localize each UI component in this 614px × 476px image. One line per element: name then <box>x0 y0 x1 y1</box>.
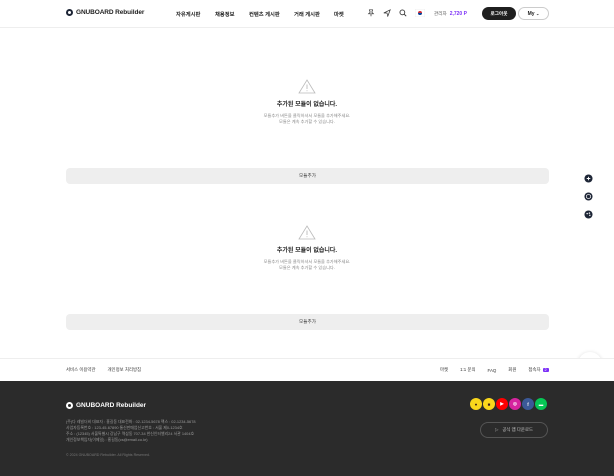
nav-item-content-board[interactable]: 컨텐츠 게시판 <box>249 10 294 18</box>
company-info-line: 개인정보책임자(이메일) : 홍길동(cs@email.co.kr) <box>66 437 148 442</box>
my-menu-button[interactable]: My ⌄ <box>518 7 549 20</box>
service-links: 마켓 1:1 문의 FAQ 회원 접속자 2 <box>440 367 549 373</box>
nav-item-jobs[interactable]: 채용정보 <box>215 10 249 18</box>
kakaotalk-icon[interactable]: ● <box>470 398 482 410</box>
logo-text: GNUBOARD Rebuilder <box>76 9 145 16</box>
warning-icon <box>298 79 316 94</box>
logo[interactable]: GNUBOARD Rebuilder <box>66 9 144 16</box>
privacy-link[interactable]: 개인정보 처리방침 <box>108 367 142 373</box>
nav-item-free-board[interactable]: 자유게시판 <box>176 10 215 18</box>
footer-logo[interactable]: GNUBOARD Rebuilder <box>66 402 146 409</box>
terms-link[interactable]: 서비스 이용약관 <box>66 367 96 373</box>
nav-item-market[interactable]: 마켓 <box>334 10 344 18</box>
my-label: My <box>527 11 535 17</box>
market-link[interactable]: 마켓 <box>440 367 448 373</box>
visitor-label: 접속자 <box>528 367 541 372</box>
pin-icon[interactable] <box>367 9 375 17</box>
inquiry-link[interactable]: 1:1 문의 <box>460 367 475 373</box>
company-info: (주)다 레빌더비 대표자 : 홍길동 대표전화 : 02-1234-5678 … <box>66 419 196 443</box>
side-quick-menu <box>584 174 593 219</box>
warning-icon <box>298 225 316 240</box>
header: GNUBOARD Rebuilder 자유게시판 채용정보 컨텐츠 게시판 거래… <box>0 0 614 28</box>
korea-flag-icon[interactable] <box>415 9 425 17</box>
line-icon[interactable]: ▬ <box>535 398 547 410</box>
main-nav: 자유게시판 채용정보 컨텐츠 게시판 거래 게시판 마켓 <box>176 10 344 18</box>
palette-icon[interactable] <box>584 210 593 219</box>
points-value: 2,720 P <box>449 11 467 17</box>
site-footer: GNUBOARD Rebuilder (주)다 레빌더비 대표자 : 홍길동 대… <box>0 381 614 476</box>
visitor-link[interactable]: 접속자 2 <box>528 367 549 373</box>
empty-desc: 모듈추가 버튼을 클릭하셔서 모듈을 추가해주세요. 모듈은 계속 추가할 수 … <box>0 259 614 271</box>
empty-title: 추가된 모듈이 없습니다. <box>276 102 338 108</box>
social-links: ● ■ ▶ ◎ f ▬ <box>470 398 547 410</box>
empty-desc: 모듈추가 버튼을 클릭하셔서 모듈을 추가해주세요. 모듈은 계속 추가할 수 … <box>0 113 614 125</box>
plus-circle-icon[interactable] <box>584 174 593 183</box>
app-download-label: 공식 앱 다운로드 <box>502 427 534 432</box>
chevron-down-icon: ⌄ <box>535 11 540 16</box>
points-label: 관리자 <box>434 11 447 16</box>
logo-icon <box>66 402 73 409</box>
empty-module-notice: 추가된 모듈이 없습니다. 모듈추가 버튼을 클릭하셔서 모듈을 추가해주세요.… <box>0 225 614 271</box>
instagram-icon[interactable]: ◎ <box>509 398 521 410</box>
nav-item-trade-board[interactable]: 거래 게시판 <box>294 10 334 18</box>
footer-links-bar: 서비스 이용약관 개인정보 처리방침 마켓 1:1 문의 FAQ 회원 접속자 2 <box>0 358 614 381</box>
add-module-button[interactable]: 모듈추가 <box>66 168 549 184</box>
empty-module-notice: 추가된 모듈이 없습니다. 모듈추가 버튼을 클릭하셔서 모듈을 추가해주세요.… <box>0 79 614 125</box>
empty-title: 추가된 모듈이 없습니다. <box>276 248 338 254</box>
policy-links: 서비스 이용약관 개인정보 처리방침 <box>66 367 141 373</box>
youtube-icon[interactable]: ▶ <box>496 398 508 410</box>
copyright: © 2024 GNUBOARD Rebuilder. All Rights Re… <box>66 453 150 457</box>
cube-icon[interactable] <box>584 192 593 201</box>
kakaostory-icon[interactable]: ■ <box>483 398 495 410</box>
header-icons <box>367 9 425 17</box>
play-store-icon: ▷ <box>494 427 499 432</box>
logo-icon <box>66 9 73 16</box>
faq-link[interactable]: FAQ <box>488 368 497 373</box>
search-icon[interactable] <box>399 9 407 17</box>
empty-desc-line: 모듈은 계속 추가할 수 있습니다. <box>279 119 335 124</box>
send-icon[interactable] <box>383 9 391 17</box>
member-link[interactable]: 회원 <box>508 367 516 373</box>
facebook-icon[interactable]: f <box>522 398 534 410</box>
empty-desc-line: 모듈은 계속 추가할 수 있습니다. <box>279 265 335 270</box>
footer-logo-text: GNUBOARD Rebuilder <box>76 402 147 409</box>
app-download-button[interactable]: ▷ 공식 앱 다운로드 <box>480 422 548 438</box>
visitor-count-badge: 2 <box>542 368 549 372</box>
add-module-button[interactable]: 모듈추가 <box>66 314 549 330</box>
user-points[interactable]: 관리자 2,720 P <box>434 11 467 17</box>
logout-button[interactable]: 로그아웃 <box>482 7 516 20</box>
